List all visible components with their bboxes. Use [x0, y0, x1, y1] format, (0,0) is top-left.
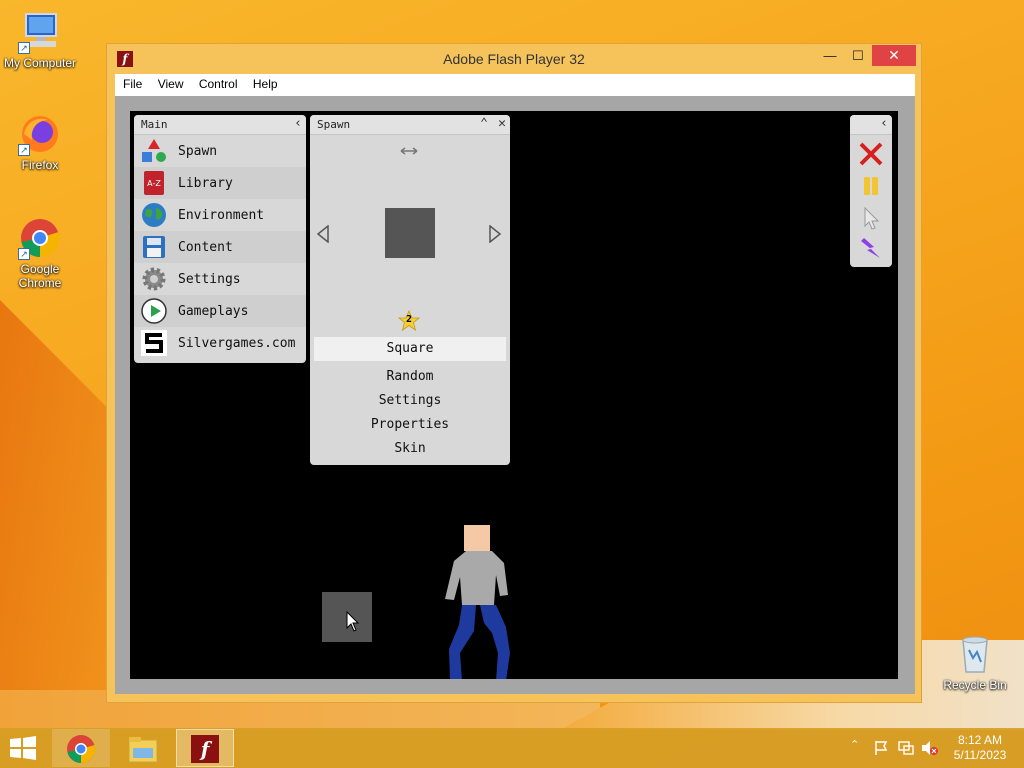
main-panel-collapse-button[interactable]: ‹	[294, 116, 302, 131]
library-icon: A-Z	[141, 170, 167, 196]
spawn-panel-collapse-button[interactable]: ⌃	[480, 116, 488, 131]
desktop-icon-label: Firefox	[21, 158, 59, 172]
clock[interactable]: 8:12 AM 5/11/2023	[942, 733, 1018, 763]
flash-client-area: Main ‹ Spawn A-Z Library Environment Con…	[115, 96, 915, 694]
main-item-label: Spawn	[178, 144, 218, 159]
taskbar-chrome-button[interactable]	[52, 729, 110, 767]
main-item-label: Content	[178, 240, 233, 255]
desktop-icon-label: Recycle Bin	[943, 678, 1007, 692]
main-item-library[interactable]: A-Z Library	[134, 167, 306, 199]
desktop-icon-label: Google Chrome	[18, 262, 62, 290]
clock-time: 8:12 AM	[957, 733, 1003, 747]
pointer-icon[interactable]	[858, 205, 884, 231]
main-item-label: Settings	[178, 272, 241, 287]
tool-panel-collapse-button[interactable]: ‹	[880, 116, 888, 131]
main-panel: Main ‹ Spawn A-Z Library Environment Con…	[134, 115, 306, 363]
recycle-bin-icon	[953, 632, 997, 676]
start-button[interactable]	[8, 736, 38, 765]
main-item-environment[interactable]: Environment	[134, 199, 306, 231]
spawn-panel-close-button[interactable]: ✕	[498, 116, 506, 131]
gear-icon	[141, 266, 167, 292]
taskbar: f ⌃ 8:12 AM 5/11/2023	[0, 728, 1024, 768]
play-icon	[141, 298, 167, 324]
computer-icon: ↗	[18, 10, 62, 54]
main-item-label: Environment	[178, 208, 265, 223]
spawn-option-properties[interactable]: Properties	[314, 413, 506, 437]
windows-logo-icon	[10, 736, 36, 760]
desktop-icon-firefox[interactable]: ↗ Firefox	[0, 112, 80, 172]
menu-view[interactable]: View	[154, 74, 188, 91]
desktop-icon-recycle-bin[interactable]: Recycle Bin	[935, 632, 1015, 692]
flag-icon[interactable]	[873, 740, 889, 761]
main-item-silvergames[interactable]: Silvergames.com	[134, 327, 306, 359]
maximize-button[interactable]: ☐	[845, 45, 871, 66]
network-icon[interactable]	[897, 740, 915, 761]
star-count: 2	[405, 314, 413, 325]
main-item-label: Library	[178, 176, 233, 191]
menu-control[interactable]: Control	[195, 74, 242, 91]
desktop-icon-my-computer[interactable]: ↗ My Computer	[0, 10, 80, 70]
resize-handle-icon[interactable]	[399, 141, 419, 160]
flash-app-icon: f	[191, 735, 219, 763]
mouse-cursor-icon	[346, 610, 360, 638]
next-arrow-icon[interactable]	[488, 224, 502, 247]
close-button[interactable]: ✕	[872, 45, 916, 66]
main-panel-title: Main	[141, 118, 168, 131]
taskbar-flash-button[interactable]: f	[176, 729, 234, 767]
main-item-gameplays[interactable]: Gameplays	[134, 295, 306, 327]
spawn-panel-header[interactable]: Spawn ⌃ ✕	[310, 115, 510, 135]
minimize-button[interactable]: —	[817, 45, 843, 66]
previous-arrow-icon[interactable]	[316, 224, 330, 247]
tool-panel-header[interactable]: ‹	[850, 115, 892, 135]
library-badge: A-Z	[147, 179, 161, 188]
game-stage[interactable]: Main ‹ Spawn A-Z Library Environment Con…	[130, 111, 898, 679]
shape-preview	[385, 208, 435, 258]
main-item-settings[interactable]: Settings	[134, 263, 306, 295]
main-item-label: Silvergames.com	[178, 336, 296, 351]
tool-panel: ‹	[850, 115, 892, 267]
ragdoll-head	[464, 525, 490, 551]
firefox-icon: ↗	[18, 112, 62, 156]
folder-icon	[128, 737, 158, 763]
spawn-option-skin[interactable]: Skin	[314, 437, 506, 461]
star-icon: 2	[398, 310, 420, 332]
spawn-panel-title: Spawn	[317, 118, 351, 131]
globe-icon	[141, 202, 167, 228]
menu-bar: File View Control Help	[115, 74, 915, 96]
volume-muted-icon[interactable]	[921, 740, 939, 761]
menu-file[interactable]: File	[119, 74, 146, 91]
main-item-content[interactable]: Content	[134, 231, 306, 263]
close-tool-icon[interactable]	[858, 141, 884, 167]
ragdoll-left-leg	[449, 605, 476, 679]
window-titlebar[interactable]: f Adobe Flash Player 32 — ☐ ✕	[107, 44, 921, 74]
chrome-icon: ↗	[18, 216, 62, 260]
spawn-panel: Spawn ⌃ ✕ 2 Square Random Settings Prope…	[310, 115, 510, 465]
tray-overflow-button[interactable]: ⌃	[850, 738, 859, 751]
lightning-icon[interactable]	[858, 235, 884, 261]
chrome-icon	[67, 735, 96, 764]
taskbar-file-explorer-button[interactable]	[114, 729, 172, 767]
ragdoll-character[interactable]	[440, 521, 520, 679]
menu-help[interactable]: Help	[249, 74, 282, 91]
spawn-option-settings[interactable]: Settings	[314, 389, 506, 413]
desktop-icon-label: My Computer	[3, 56, 77, 70]
spawn-option-selected[interactable]: Square	[314, 337, 506, 361]
clock-date: 5/11/2023	[953, 748, 1007, 762]
flash-player-window: f Adobe Flash Player 32 — ☐ ✕ File View …	[106, 43, 922, 703]
desktop-icon-chrome[interactable]: ↗ Google Chrome	[0, 216, 80, 290]
main-item-label: Gameplays	[178, 304, 249, 319]
main-item-spawn[interactable]: Spawn	[134, 135, 306, 167]
silvergames-logo-icon	[141, 330, 167, 356]
window-title: Adobe Flash Player 32	[443, 51, 585, 67]
ragdoll-torso	[445, 551, 508, 605]
spawn-option-random[interactable]: Random	[314, 365, 506, 389]
ragdoll-right-leg	[480, 605, 510, 679]
main-panel-header[interactable]: Main ‹	[134, 115, 306, 135]
floppy-disk-icon	[141, 234, 167, 260]
pause-icon[interactable]	[858, 173, 884, 199]
shapes-icon	[141, 138, 167, 164]
